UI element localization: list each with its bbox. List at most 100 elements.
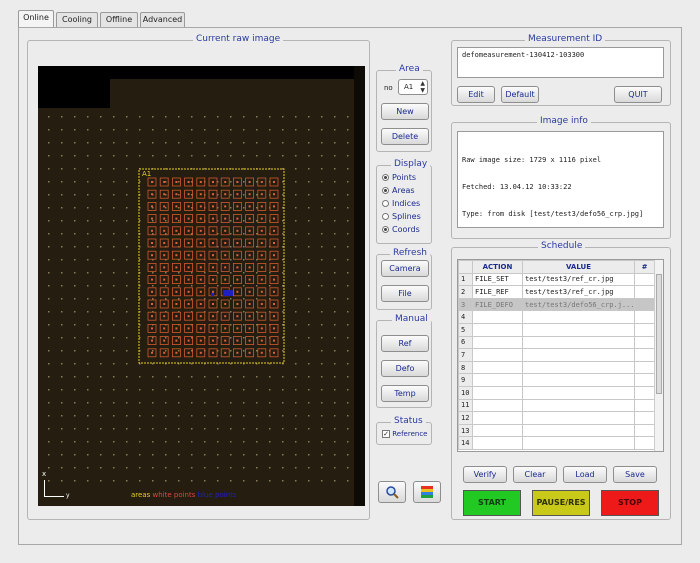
schedule-row[interactable]: 3 FILE_DEFO test/test3/defo56_crp.j... (458, 297, 655, 312)
schedule-count-cell[interactable] (634, 272, 655, 287)
refresh-file-button[interactable]: File (381, 285, 429, 302)
schedule-count-cell[interactable] (634, 385, 655, 400)
schedule-count-cell[interactable] (634, 423, 655, 438)
edit-button[interactable]: Edit (457, 86, 495, 103)
schedule-value-cell[interactable] (522, 423, 635, 438)
schedule-value-cell[interactable]: test/test3/defo56_crp.j... (522, 297, 635, 312)
display-option-indices[interactable]: Indices (382, 199, 420, 209)
manual-defo-button[interactable]: Defo (381, 360, 429, 377)
column-header-count[interactable]: # (634, 260, 655, 274)
schedule-row[interactable]: 9 (458, 373, 655, 387)
column-header-action[interactable]: ACTION (472, 260, 523, 274)
display-option-areas[interactable]: Areas (382, 186, 415, 196)
schedule-action-cell[interactable] (472, 411, 523, 425)
quit-button[interactable]: QUIT (614, 86, 662, 103)
grid-dot (230, 259, 232, 261)
schedule-action-cell[interactable] (472, 385, 523, 400)
display-option-splines[interactable]: Splines (382, 212, 421, 222)
grid-dot (61, 168, 63, 170)
start-button[interactable]: START (463, 490, 521, 516)
scrollbar-thumb[interactable] (656, 274, 662, 394)
schedule-row[interactable]: 5 (458, 322, 655, 337)
schedule-row[interactable]: 7 (458, 348, 655, 362)
schedule-value-cell[interactable]: test/test3/ref_cr.jpg (522, 285, 635, 299)
schedule-count-cell[interactable] (634, 348, 655, 362)
display-option-coords[interactable]: Coords (382, 225, 420, 235)
schedule-count-cell[interactable] (634, 373, 655, 387)
display-option-points[interactable]: Points (382, 173, 416, 183)
schedule-row[interactable]: 13 (458, 423, 655, 438)
schedule-action-cell[interactable] (472, 310, 523, 324)
clear-button[interactable]: Clear (513, 466, 557, 483)
schedule-count-cell[interactable] (634, 285, 655, 299)
schedule-action-cell[interactable] (472, 322, 523, 337)
schedule-count-cell[interactable] (634, 436, 655, 450)
default-button[interactable]: Default (501, 86, 539, 103)
delete-area-button[interactable]: Delete (381, 128, 429, 145)
schedule-value-cell[interactable] (522, 360, 635, 375)
tab-advanced[interactable]: Advanced (140, 12, 185, 27)
spinner-icon[interactable]: ▲ ▼ (420, 80, 425, 94)
tab-offline[interactable]: Offline (100, 12, 138, 27)
zoom-button[interactable] (378, 481, 406, 503)
schedule-value-cell[interactable] (522, 436, 635, 450)
grid-dot (334, 194, 336, 196)
schedule-row[interactable]: 6 (458, 335, 655, 350)
schedule-action-cell[interactable] (472, 436, 523, 450)
stop-button[interactable]: STOP (601, 490, 659, 516)
schedule-count-cell[interactable] (634, 411, 655, 425)
pause-resume-button[interactable]: PAUSE/RES (532, 490, 590, 516)
grid-dot (308, 142, 310, 144)
new-area-button[interactable]: New (381, 103, 429, 120)
blue-point (223, 290, 233, 296)
schedule-value-cell[interactable] (522, 322, 635, 337)
schedule-value-cell[interactable] (522, 335, 635, 350)
refresh-camera-button[interactable]: Camera (381, 260, 429, 277)
verify-button[interactable]: Verify (463, 466, 507, 483)
schedule-row[interactable]: 2 FILE_REF test/test3/ref_cr.jpg (458, 285, 655, 299)
schedule-count-cell[interactable] (634, 322, 655, 337)
schedule-action-cell[interactable] (472, 423, 523, 438)
raw-image-canvas[interactable]: A1 x y areas white points blue points (38, 66, 365, 506)
schedule-scrollbar[interactable] (654, 260, 663, 451)
schedule-action-cell[interactable] (472, 360, 523, 375)
schedule-count-cell[interactable] (634, 335, 655, 350)
schedule-row[interactable]: 4 (458, 310, 655, 324)
schedule-action-cell[interactable]: FILE_REF (472, 285, 523, 299)
schedule-action-cell[interactable] (472, 373, 523, 387)
schedule-row[interactable]: 11 (458, 398, 655, 413)
grid-dot (191, 376, 193, 378)
manual-ref-button[interactable]: Ref (381, 335, 429, 352)
schedule-row[interactable]: 12 (458, 411, 655, 425)
schedule-action-cell[interactable] (472, 398, 523, 413)
schedule-action-cell[interactable] (472, 335, 523, 350)
schedule-value-cell[interactable] (522, 348, 635, 362)
schedule-value-cell[interactable] (522, 385, 635, 400)
palette-button[interactable] (413, 481, 441, 503)
load-button[interactable]: Load (563, 466, 607, 483)
reference-checkbox[interactable]: ✓ Reference (382, 430, 427, 438)
schedule-action-cell[interactable]: FILE_DEFO (472, 297, 523, 312)
schedule-count-cell[interactable] (634, 360, 655, 375)
area-selector[interactable]: A1 ▲ ▼ (398, 79, 428, 95)
schedule-count-cell[interactable] (634, 310, 655, 324)
schedule-value-cell[interactable] (522, 398, 635, 413)
schedule-row[interactable]: 1 FILE_SET test/test3/ref_cr.jpg (458, 272, 655, 287)
schedule-count-cell[interactable] (634, 297, 655, 312)
column-header-value[interactable]: VALUE (522, 260, 635, 274)
schedule-row[interactable]: 14 (458, 436, 655, 450)
manual-temp-button[interactable]: Temp (381, 385, 429, 402)
schedule-value-cell[interactable]: test/test3/ref_cr.jpg (522, 272, 635, 287)
tab-cooling[interactable]: Cooling (56, 12, 98, 27)
tab-online[interactable]: Online (18, 10, 54, 27)
schedule-count-cell[interactable] (634, 398, 655, 413)
schedule-value-cell[interactable] (522, 411, 635, 425)
schedule-value-cell[interactable] (522, 310, 635, 324)
schedule-action-cell[interactable] (472, 348, 523, 362)
schedule-row[interactable]: 10 (458, 385, 655, 400)
save-button[interactable]: Save (613, 466, 657, 483)
schedule-action-cell[interactable]: FILE_SET (472, 272, 523, 287)
measurement-id-field[interactable]: defomeasurement-130412-103300 (457, 47, 664, 78)
schedule-row[interactable]: 8 (458, 360, 655, 375)
schedule-value-cell[interactable] (522, 373, 635, 387)
